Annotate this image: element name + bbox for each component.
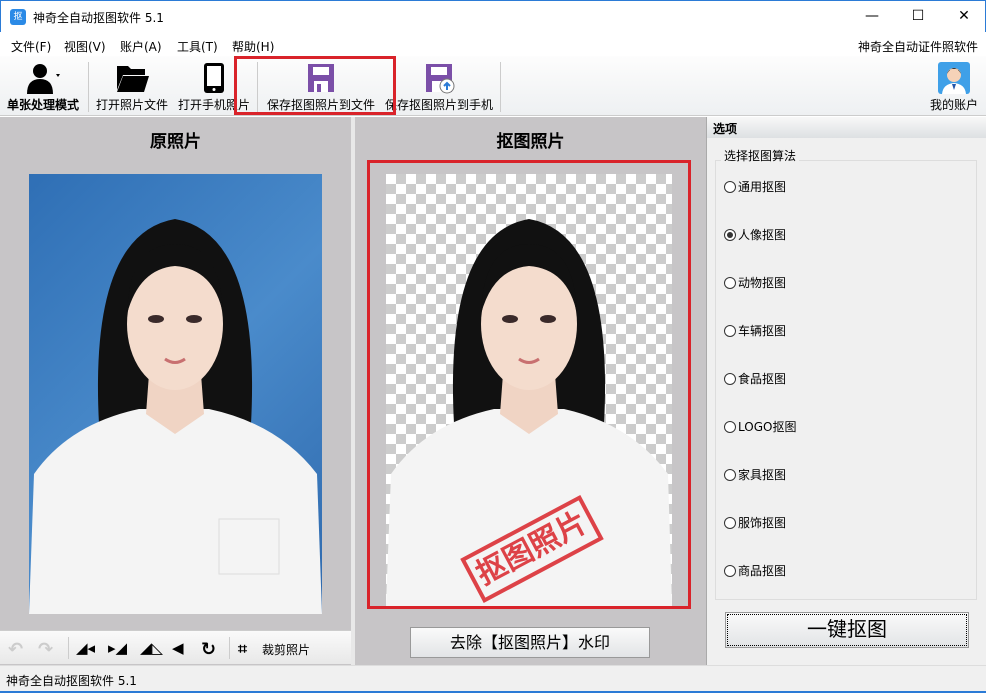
radio-vehicle[interactable]: 车辆抠图 bbox=[724, 322, 786, 339]
radio-general[interactable]: 通用抠图 bbox=[724, 178, 786, 195]
menu-tools[interactable]: 工具(T) bbox=[177, 38, 218, 55]
open-file-button[interactable]: 打开照片文件 bbox=[94, 60, 170, 114]
user-icon bbox=[27, 64, 60, 94]
radio-label: 通用抠图 bbox=[738, 180, 787, 194]
phone-icon bbox=[204, 63, 224, 93]
separator bbox=[68, 637, 69, 659]
save-to-phone-label: 保存抠图照片到手机 bbox=[384, 98, 493, 112]
radio-animal[interactable]: 动物抠图 bbox=[724, 274, 786, 291]
menu-file[interactable]: 文件(F) bbox=[11, 38, 51, 55]
radio-product[interactable]: 商品抠图 bbox=[724, 562, 786, 579]
crop-photo-button[interactable]: 裁剪照片 bbox=[262, 641, 310, 658]
open-file-label: 打开照片文件 bbox=[95, 98, 168, 112]
separator bbox=[88, 62, 89, 112]
cutout-photo-panel: 抠图照片 抠图照片 去除【抠图照片】水印 bbox=[355, 117, 706, 665]
portrait-image bbox=[29, 219, 322, 614]
my-account-label: 我的账户 bbox=[929, 98, 978, 112]
radio-furniture[interactable]: 家具抠图 bbox=[724, 466, 786, 483]
radio-portrait[interactable]: 人像抠图 bbox=[724, 226, 786, 243]
avatar-icon bbox=[938, 62, 970, 94]
algorithm-group-label: 选择抠图算法 bbox=[721, 147, 800, 164]
radio-clothing[interactable]: 服饰抠图 bbox=[724, 514, 786, 531]
maximize-button[interactable]: ☐ bbox=[895, 1, 941, 33]
title-bar: 抠 神奇全自动抠图软件 5.1 — ☐ ✕ bbox=[0, 0, 986, 32]
radio-label: 动物抠图 bbox=[738, 276, 787, 290]
menu-view[interactable]: 视图(V) bbox=[64, 38, 106, 55]
one-click-cutout-button[interactable]: 一键抠图 bbox=[725, 612, 969, 648]
minimize-button[interactable]: — bbox=[849, 1, 895, 33]
original-photo-panel: 原照片 ↶ ↷ ◢◂ ▸◢ ◢◺ ◀ ↻ ⌗ 裁剪照片 bbox=[0, 117, 351, 665]
menu-help[interactable]: 帮助(H) bbox=[232, 38, 274, 55]
my-account-button[interactable]: 我的账户 bbox=[926, 60, 982, 114]
original-photo-title: 原照片 bbox=[150, 132, 201, 152]
options-panel: 选项 选择抠图算法 通用抠图 人像抠图 动物抠图 车辆抠图 食品抠图 LOGO抠… bbox=[706, 117, 986, 665]
radio-label: 食品抠图 bbox=[738, 372, 787, 386]
save-to-phone-button[interactable]: 保存抠图照片到手机 bbox=[382, 60, 496, 114]
close-button[interactable]: ✕ bbox=[941, 1, 986, 33]
redo-icon[interactable]: ↷ bbox=[38, 639, 53, 660]
radio-food[interactable]: 食品抠图 bbox=[724, 370, 786, 387]
save-upload-icon bbox=[426, 64, 455, 94]
radio-label: 车辆抠图 bbox=[738, 324, 787, 338]
status-bar: 神奇全自动抠图软件 5.1 bbox=[0, 665, 986, 693]
radio-label: 家具抠图 bbox=[738, 468, 787, 482]
folder-icon bbox=[117, 66, 149, 92]
app-icon: 抠 bbox=[10, 9, 26, 25]
radio-label: LOGO抠图 bbox=[738, 420, 797, 434]
highlight-box bbox=[234, 56, 396, 115]
original-photo bbox=[29, 174, 322, 614]
remove-watermark-button[interactable]: 去除【抠图照片】水印 bbox=[410, 627, 650, 658]
radio-label: 商品抠图 bbox=[738, 564, 787, 578]
separator bbox=[500, 62, 501, 112]
rotate-right-icon[interactable]: ▸◢ bbox=[108, 639, 127, 657]
window-title: 神奇全自动抠图软件 5.1 bbox=[33, 11, 164, 25]
radio-label: 人像抠图 bbox=[738, 228, 787, 242]
separator bbox=[229, 637, 230, 659]
menu-bar: 文件(F) 视图(V) 账户(A) 工具(T) 帮助(H) 神奇全自动证件照软件 bbox=[0, 32, 986, 56]
cutout-photo-title: 抠图照片 bbox=[496, 132, 565, 152]
cutout-photo: 抠图照片 bbox=[386, 174, 672, 606]
refresh-icon[interactable]: ↻ bbox=[201, 639, 216, 660]
rotate-left-icon[interactable]: ◢◂ bbox=[76, 639, 95, 657]
options-header: 选项 bbox=[707, 117, 986, 138]
toolbar: 单张处理模式 打开照片文件 打开手机照片 保存抠图照片到文件 保存抠图照片到手机… bbox=[0, 56, 986, 116]
id-photo-software-link[interactable]: 神奇全自动证件照软件 bbox=[858, 38, 978, 55]
radio-logo[interactable]: LOGO抠图 bbox=[724, 418, 796, 435]
menu-account[interactable]: 账户(A) bbox=[120, 38, 162, 55]
mode-label: 单张处理模式 bbox=[6, 98, 79, 112]
flip-horizontal-icon[interactable]: ◢◺ bbox=[140, 639, 163, 657]
flip-vertical-icon[interactable]: ◀ bbox=[172, 639, 184, 657]
radio-label: 服饰抠图 bbox=[738, 516, 787, 530]
crop-icon[interactable]: ⌗ bbox=[238, 639, 247, 659]
status-text: 神奇全自动抠图软件 5.1 bbox=[6, 674, 137, 688]
mode-button[interactable]: 单张处理模式 bbox=[4, 60, 82, 114]
image-edit-toolbar: ↶ ↷ ◢◂ ▸◢ ◢◺ ◀ ↻ ⌗ 裁剪照片 bbox=[0, 630, 351, 664]
undo-icon[interactable]: ↶ bbox=[8, 639, 23, 660]
